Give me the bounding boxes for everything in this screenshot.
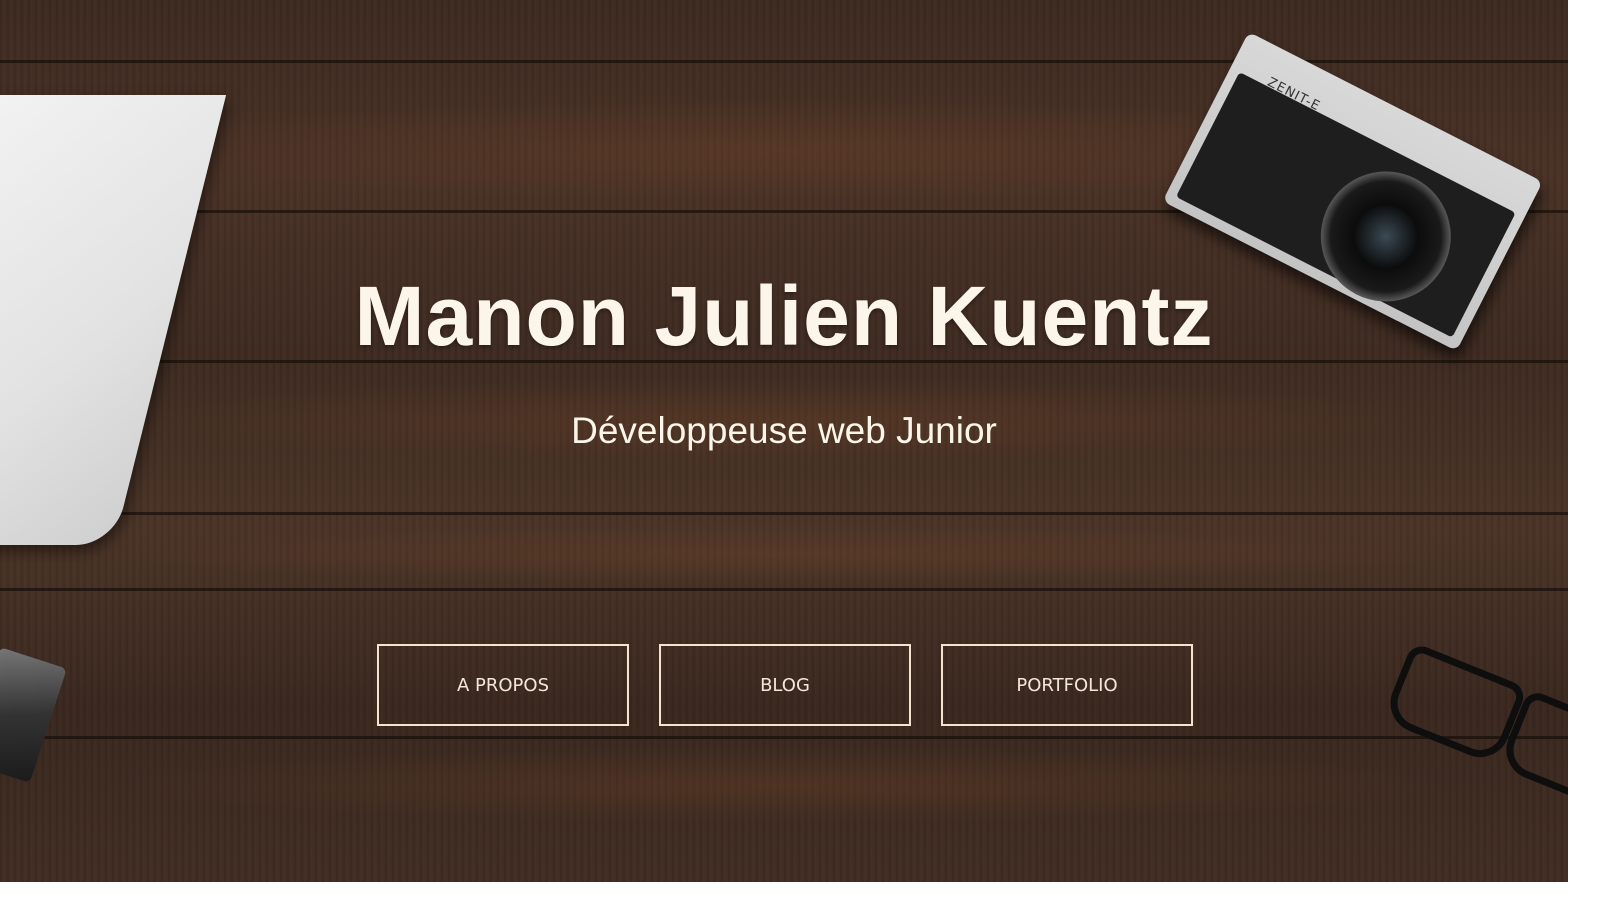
- page-title: Manon Julien Kuentz: [354, 269, 1214, 363]
- wood-grain: [0, 520, 1568, 590]
- blog-button[interactable]: BLOG: [659, 644, 911, 726]
- plank-divider: [0, 736, 1568, 739]
- page-subtitle: Développeuse web Junior: [571, 410, 997, 451]
- portfolio-button[interactable]: PORTFOLIO: [941, 644, 1193, 726]
- about-button[interactable]: A PROPOS: [377, 644, 629, 726]
- hero-section: ZENIT-E Manon Julien Kuentz Développeuse…: [0, 0, 1568, 882]
- main-nav: A PROPOS BLOG PORTFOLIO: [377, 644, 1193, 726]
- wood-grain: [0, 740, 1568, 830]
- plank-divider: [0, 512, 1568, 515]
